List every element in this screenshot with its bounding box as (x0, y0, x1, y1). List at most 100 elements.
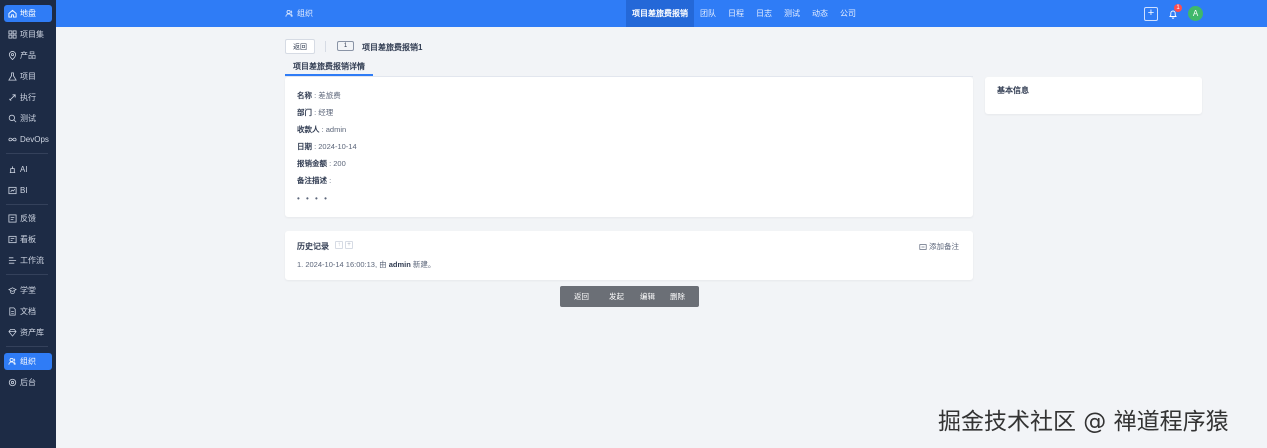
basic-info-card: 基本信息 (985, 77, 1202, 114)
tab-detail[interactable]: 项目差旅费报销详情 (285, 59, 373, 76)
users-icon (8, 357, 17, 366)
watermark: 掘金技术社区 @ 禅道程序猿 (938, 409, 1229, 435)
create-button[interactable]: + (1144, 6, 1158, 21)
detail-card: 名称 : 差旅费 部门 : 经理 收款人 : admin 日期 : 2024-1… (285, 77, 973, 217)
sidebar-item-workflow[interactable]: 工作流 (4, 252, 52, 269)
sidebar: 地盘 项目集 产品 项目 执行 测试 DevOps AI BI 反馈 看板 工作… (0, 0, 56, 448)
search-icon (8, 114, 17, 123)
ai-icon (8, 165, 17, 174)
sidebar-item-doc[interactable]: 文档 (4, 303, 52, 320)
sidebar-item-label: 后台 (20, 378, 36, 387)
notification-button[interactable]: 1 (1166, 3, 1182, 21)
sidebar-item-label: AI (20, 165, 28, 174)
location-icon (8, 51, 17, 60)
feedback-icon (8, 214, 17, 223)
doc-icon (8, 307, 17, 316)
infinity-icon (8, 135, 17, 144)
sidebar-item-kanban[interactable]: 看板 (4, 231, 52, 248)
sidebar-item-bi[interactable]: BI (4, 182, 52, 199)
history-sort-button[interactable]: ↑ (335, 241, 343, 249)
sidebar-item-label: 测试 (20, 114, 36, 123)
sidebar-item-assets[interactable]: 资产库 (4, 324, 52, 341)
sidebar-item-org[interactable]: 组织 (4, 353, 52, 370)
sidebar-item-label: 产品 (20, 51, 36, 60)
action-delete-button[interactable]: 删除 (670, 291, 685, 302)
workflow-icon (8, 256, 17, 265)
sidebar-item-product[interactable]: 产品 (4, 47, 52, 64)
note-icon (919, 243, 927, 250)
field-date: 日期 : 2024-10-14 (297, 142, 357, 151)
grid-icon (8, 30, 17, 39)
nav-item-team[interactable]: 团队 (694, 0, 722, 27)
history-title: 历史记录 (297, 242, 329, 251)
nav-item-schedule[interactable]: 日程 (722, 0, 750, 27)
school-icon (8, 286, 17, 295)
sidebar-item-test[interactable]: 测试 (4, 110, 52, 127)
back-button[interactable]: 返回 (285, 39, 315, 54)
action-bar: 返回 发起 编辑 删除 (560, 286, 699, 307)
sidebar-item-label: BI (20, 186, 28, 195)
rocket-icon (8, 93, 17, 102)
nav-item-company[interactable]: 公司 (834, 0, 862, 27)
field-department: 部门 : 经理 (297, 108, 334, 117)
flask-icon (8, 72, 17, 81)
sidebar-item-label: 工作流 (20, 256, 44, 265)
history-entry: 1. 2024-10-14 16:00:13, 由 admin 新建。 (297, 260, 436, 269)
chart-icon (8, 186, 17, 195)
nav-item-test[interactable]: 测试 (778, 0, 806, 27)
sidebar-item-project[interactable]: 项目 (4, 68, 52, 85)
nav-item-log[interactable]: 日志 (750, 0, 778, 27)
breadcrumb-label: 组织 (297, 9, 313, 18)
history-card: 历史记录 ↑ + 添加备注 1. 2024-10-14 16:00:13, 由 … (285, 231, 973, 280)
id-badge: 1 (337, 41, 354, 51)
field-amount: 报销金额 : 200 (297, 159, 346, 168)
nav-item-dynamic[interactable]: 动态 (806, 0, 834, 27)
gem-icon (8, 328, 17, 337)
sidebar-item-home[interactable]: 地盘 (4, 5, 52, 22)
nav-item-reimbursement[interactable]: 项目差旅费报销 (626, 0, 694, 27)
field-remark: 备注描述 : (297, 176, 332, 185)
sidebar-divider (6, 204, 48, 205)
sidebar-divider (6, 346, 48, 347)
users-icon (285, 9, 293, 17)
field-payee: 收款人 : admin (297, 125, 347, 134)
sidebar-item-label: 项目集 (20, 30, 44, 39)
sidebar-item-label: 资产库 (20, 328, 44, 337)
sidebar-divider (6, 153, 48, 154)
top-nav: 项目差旅费报销 团队 日程 日志 测试 动态 公司 (626, 0, 862, 27)
sidebar-item-label: 文档 (20, 307, 36, 316)
sidebar-item-label: 执行 (20, 93, 36, 102)
sidebar-item-admin[interactable]: 后台 (4, 374, 52, 391)
top-right-tools: + 1 A (1144, 3, 1203, 21)
page-title: 项目差旅费报销1 (362, 43, 423, 52)
plus-icon: + (1147, 7, 1155, 19)
sidebar-item-label: 项目 (20, 72, 36, 81)
add-note-button[interactable]: 添加备注 (919, 241, 959, 252)
sidebar-item-label: 学堂 (20, 286, 36, 295)
action-edit-button[interactable]: 编辑 (640, 291, 655, 302)
header-divider (325, 41, 326, 52)
home-icon (8, 9, 17, 18)
top-bar: 组织 项目差旅费报销 团队 日程 日志 测试 动态 公司 + 1 A (56, 0, 1267, 27)
sidebar-item-label: DevOps (20, 135, 49, 144)
sidebar-item-label: 地盘 (20, 9, 36, 18)
more-dots: • • • • (297, 194, 329, 203)
sort-icon: ↑ (337, 242, 341, 248)
add-note-label: 添加备注 (929, 242, 959, 251)
action-back-button[interactable]: 返回 (574, 291, 589, 302)
avatar[interactable]: A (1188, 6, 1203, 21)
sidebar-item-devops[interactable]: DevOps (4, 131, 52, 148)
history-expand-button[interactable]: + (345, 241, 353, 249)
sidebar-item-ai[interactable]: AI (4, 161, 52, 178)
gear-icon (8, 378, 17, 387)
basic-info-title: 基本信息 (997, 86, 1029, 95)
board-icon (8, 235, 17, 244)
sidebar-item-program[interactable]: 项目集 (4, 26, 52, 43)
sidebar-item-execution[interactable]: 执行 (4, 89, 52, 106)
sidebar-item-feedback[interactable]: 反馈 (4, 210, 52, 227)
sidebar-item-label: 反馈 (20, 214, 36, 223)
breadcrumb[interactable]: 组织 (285, 0, 313, 27)
sidebar-divider (6, 274, 48, 275)
sidebar-item-school[interactable]: 学堂 (4, 282, 52, 299)
action-submit-button[interactable]: 发起 (609, 291, 624, 302)
